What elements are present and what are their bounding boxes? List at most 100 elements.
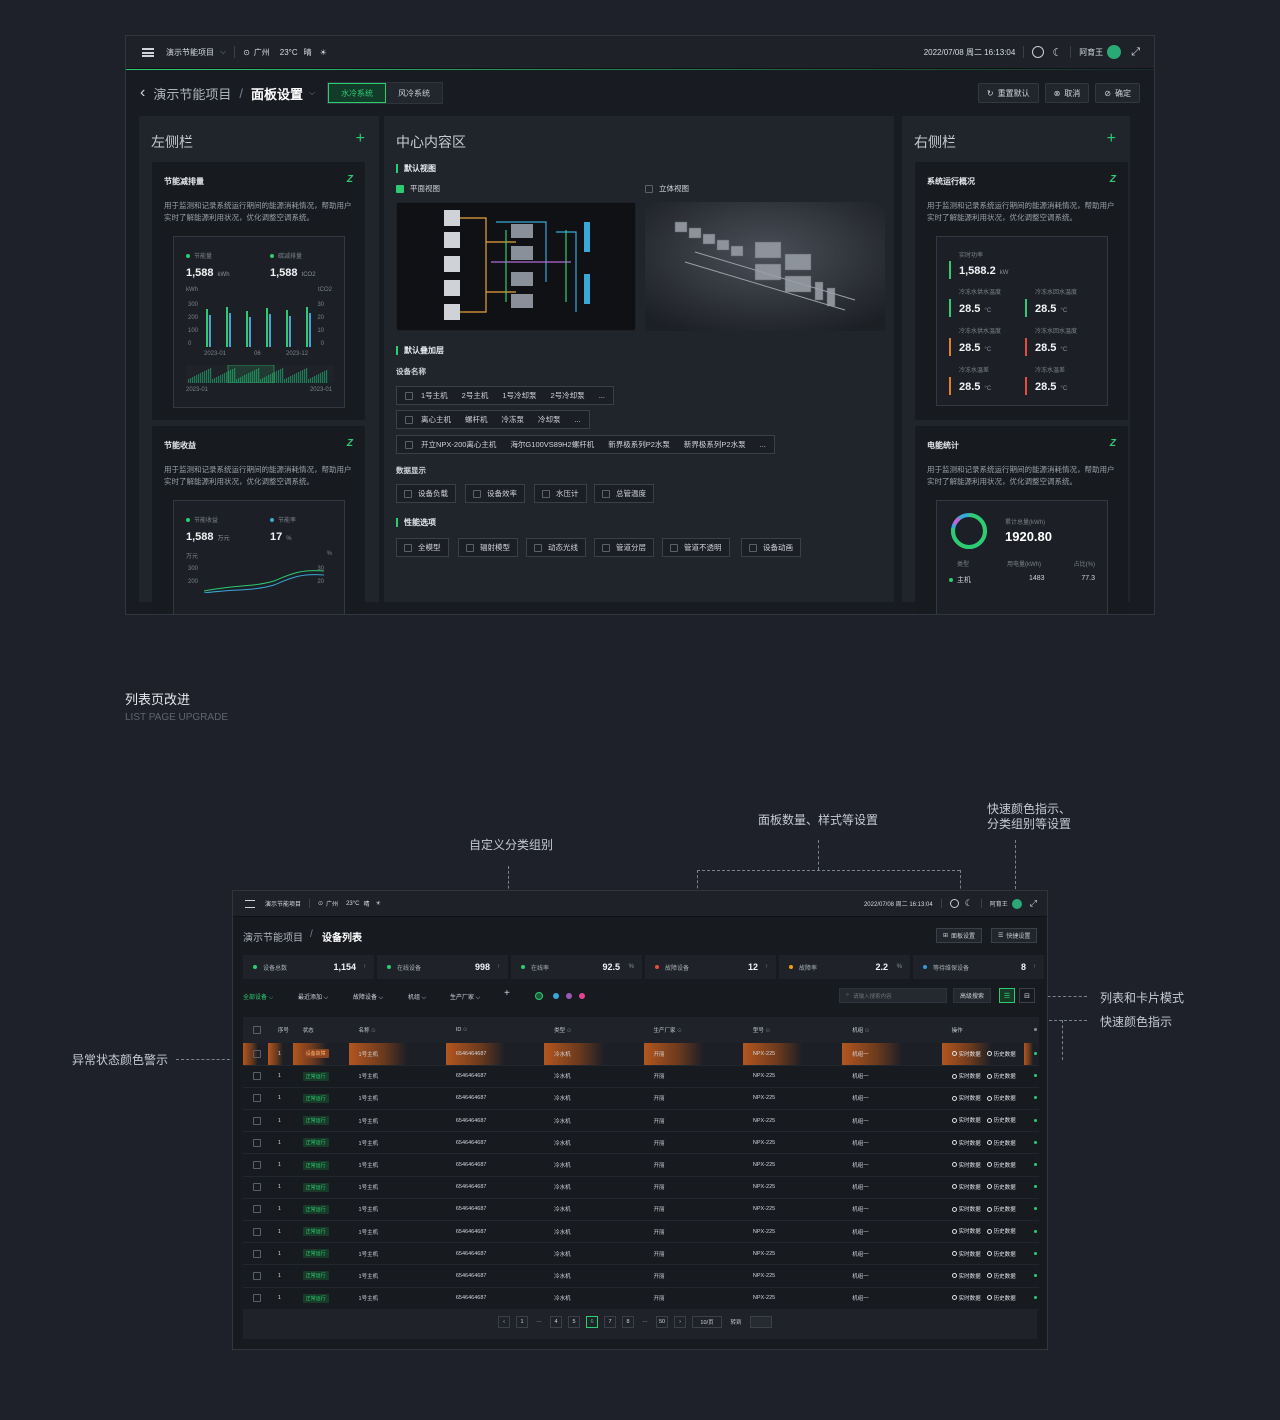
- avatar[interactable]: [1107, 45, 1122, 59]
- table-row[interactable]: 1 正常运行 1号主机 6546464687 冷水机 开丽 NPX-225 机组…: [243, 1242, 1039, 1266]
- cell-name[interactable]: 1号主机: [348, 1242, 446, 1266]
- page-number[interactable]: 4: [550, 1316, 562, 1328]
- color-purple-indicator[interactable]: [566, 993, 572, 999]
- card-mode-icon[interactable]: ⊟: [1019, 988, 1035, 1003]
- checkbox[interactable]: [466, 543, 474, 552]
- realtime-data-link[interactable]: 实时数据: [951, 1072, 981, 1080]
- settings-icon[interactable]: [1032, 46, 1045, 58]
- row-checkbox[interactable]: [253, 1094, 261, 1103]
- row-checkbox[interactable]: [253, 1116, 261, 1125]
- color-green-indicator[interactable]: [535, 992, 543, 1000]
- checkbox[interactable]: [404, 543, 412, 552]
- device-tag[interactable]: 1号冷却泵: [502, 390, 536, 401]
- project-name[interactable]: 演示节能项目: [166, 47, 214, 58]
- column-header[interactable]: 序号: [267, 1017, 293, 1043]
- option-dynamic-light[interactable]: 动态光线: [526, 538, 586, 557]
- row-checkbox[interactable]: [253, 1294, 261, 1303]
- history-data-link[interactable]: 历史数据: [986, 1294, 1016, 1302]
- column-header[interactable]: 操作: [941, 1017, 1025, 1043]
- color-pink-indicator[interactable]: [579, 993, 585, 999]
- device-tag[interactable]: 离心主机: [421, 414, 451, 425]
- table-row[interactable]: 1 正常运行 1号主机 6546464687 冷水机 开丽 NPX-225 机组…: [243, 1287, 1039, 1310]
- energy-revenue-card[interactable]: 节能收益 Z 用于监测和记录系统运行期间的能源消耗情况，帮助用户实时了解能源利用…: [152, 426, 365, 614]
- add-icon[interactable]: +: [356, 130, 365, 148]
- checkbox[interactable]: [602, 543, 610, 552]
- confirm-button[interactable]: ⊘ 确定: [1095, 83, 1140, 103]
- history-data-link[interactable]: 历史数据: [986, 1094, 1016, 1102]
- column-header[interactable]: 状态: [292, 1017, 349, 1043]
- cell-name[interactable]: 1号主机: [348, 1087, 446, 1111]
- history-data-link[interactable]: 历史数据: [986, 1272, 1016, 1280]
- energy-saving-card[interactable]: 节能减排量 Z 用于监测和记录系统运行期间的能源消耗情况，帮助用户实时了解能源利…: [152, 162, 365, 420]
- stat-card[interactable]: 设备总数 1,154 ↑: [243, 955, 374, 979]
- row-checkbox[interactable]: [253, 1138, 261, 1147]
- next-page-icon[interactable]: ›: [674, 1316, 686, 1328]
- cell-name[interactable]: 1号主机: [348, 1043, 446, 1066]
- cell-name[interactable]: 1号主机: [348, 1198, 446, 1222]
- device-tag[interactable]: 冷冻泵: [502, 414, 525, 425]
- filter-icon[interactable]: ⊙: [463, 1027, 468, 1033]
- history-data-link[interactable]: 历史数据: [986, 1161, 1016, 1169]
- chevron-down-icon[interactable]: ⌵: [220, 47, 226, 57]
- history-data-link[interactable]: 历史数据: [986, 1072, 1016, 1080]
- realtime-data-link[interactable]: 实时数据: [951, 1227, 981, 1235]
- cell-name[interactable]: 1号主机: [348, 1131, 446, 1155]
- filter-icon[interactable]: ⊙: [677, 1028, 682, 1034]
- realtime-data-link[interactable]: 实时数据: [951, 1094, 981, 1102]
- breadcrumb-root[interactable]: 演示节能项目: [153, 84, 231, 103]
- cell-name[interactable]: 1号主机: [348, 1287, 446, 1310]
- page-size-select[interactable]: 10/页: [692, 1316, 722, 1328]
- edit-icon[interactable]: Z: [1110, 174, 1116, 185]
- device-tag[interactable]: 新界极系列P2水泵: [684, 439, 746, 450]
- filter-faulty[interactable]: 故障设备 ⌵: [353, 992, 383, 1002]
- city[interactable]: 广州: [254, 47, 270, 58]
- avatar[interactable]: [1011, 898, 1022, 909]
- edit-icon[interactable]: Z: [347, 438, 353, 449]
- back-icon[interactable]: ‹: [140, 84, 145, 102]
- option-pipe-layer[interactable]: 管道分层: [594, 538, 654, 557]
- edit-icon[interactable]: Z: [347, 174, 353, 185]
- row-checkbox[interactable]: [253, 1205, 261, 1214]
- device-tag[interactable]: 开立NPX-200离心主机: [421, 439, 496, 450]
- stat-card[interactable]: 在线设备 998 ↑: [377, 955, 508, 979]
- menu-icon[interactable]: [245, 899, 255, 908]
- table-row[interactable]: 1 正常运行 1号主机 6546464687 冷水机 开丽 NPX-225 机组…: [243, 1065, 1039, 1088]
- history-data-link[interactable]: 历史数据: [986, 1139, 1016, 1147]
- row-checkbox[interactable]: [253, 1161, 261, 1170]
- ellipsis[interactable]: ···: [640, 1316, 650, 1328]
- device-tag[interactable]: 2号冷却泵: [551, 390, 585, 401]
- filter-recent[interactable]: 最近添加 ⌵: [298, 992, 328, 1002]
- column-header[interactable]: ID ⊙: [445, 1017, 545, 1043]
- prev-page-icon[interactable]: ‹: [498, 1316, 510, 1328]
- stat-card[interactable]: 故障率 2.2 %: [779, 955, 910, 979]
- stat-card[interactable]: 故障设备 12 ↑: [645, 955, 776, 979]
- row-checkbox[interactable]: [253, 1183, 261, 1192]
- option-pipe-opaque[interactable]: 管道不透明: [662, 538, 730, 557]
- device-tag[interactable]: 2号主机: [462, 390, 489, 401]
- realtime-data-link[interactable]: 实时数据: [951, 1139, 981, 1147]
- column-header[interactable]: 生产厂家 ⊙: [643, 1017, 743, 1043]
- table-row[interactable]: 1 正常运行 1号主机 6546464687 冷水机 开丽 NPX-225 机组…: [243, 1198, 1039, 1222]
- night-mode-icon[interactable]: ☾: [1052, 46, 1062, 59]
- breadcrumb-root[interactable]: 演示节能项目: [243, 929, 303, 944]
- option-device-efficiency[interactable]: 设备效率: [465, 484, 525, 503]
- cell-name[interactable]: 1号主机: [348, 1109, 446, 1133]
- device-tag[interactable]: 冷却泵: [538, 414, 561, 425]
- filter-all-devices[interactable]: 全部设备 ⌵: [243, 992, 273, 1002]
- filter-icon[interactable]: ⊙: [567, 1028, 572, 1034]
- plan-view-thumbnail[interactable]: [396, 202, 636, 331]
- realtime-data-link[interactable]: 实时数据: [951, 1161, 981, 1169]
- advanced-search-button[interactable]: 高级搜索: [953, 988, 992, 1003]
- page-number[interactable]: 1: [516, 1316, 528, 1328]
- device-tag[interactable]: 螺杆机: [465, 414, 488, 425]
- power-statistics-card[interactable]: 电能统计 Z 用于监测和记录系统运行期间的能源消耗情况，帮助用户实时了解能源利用…: [915, 426, 1128, 614]
- checkbox[interactable]: [405, 415, 413, 424]
- reset-button[interactable]: ↻ 重置默认: [977, 83, 1039, 103]
- checkbox[interactable]: [602, 489, 610, 498]
- realtime-data-link[interactable]: 实时数据: [951, 1050, 981, 1058]
- filter-icon[interactable]: ⊙: [865, 1028, 870, 1034]
- fullscreen-icon[interactable]: ⤢: [1131, 46, 1140, 59]
- checkbox-checked[interactable]: [396, 185, 404, 194]
- color-blue-indicator[interactable]: [553, 993, 559, 999]
- column-header[interactable]: 型号 ⊙: [742, 1017, 843, 1043]
